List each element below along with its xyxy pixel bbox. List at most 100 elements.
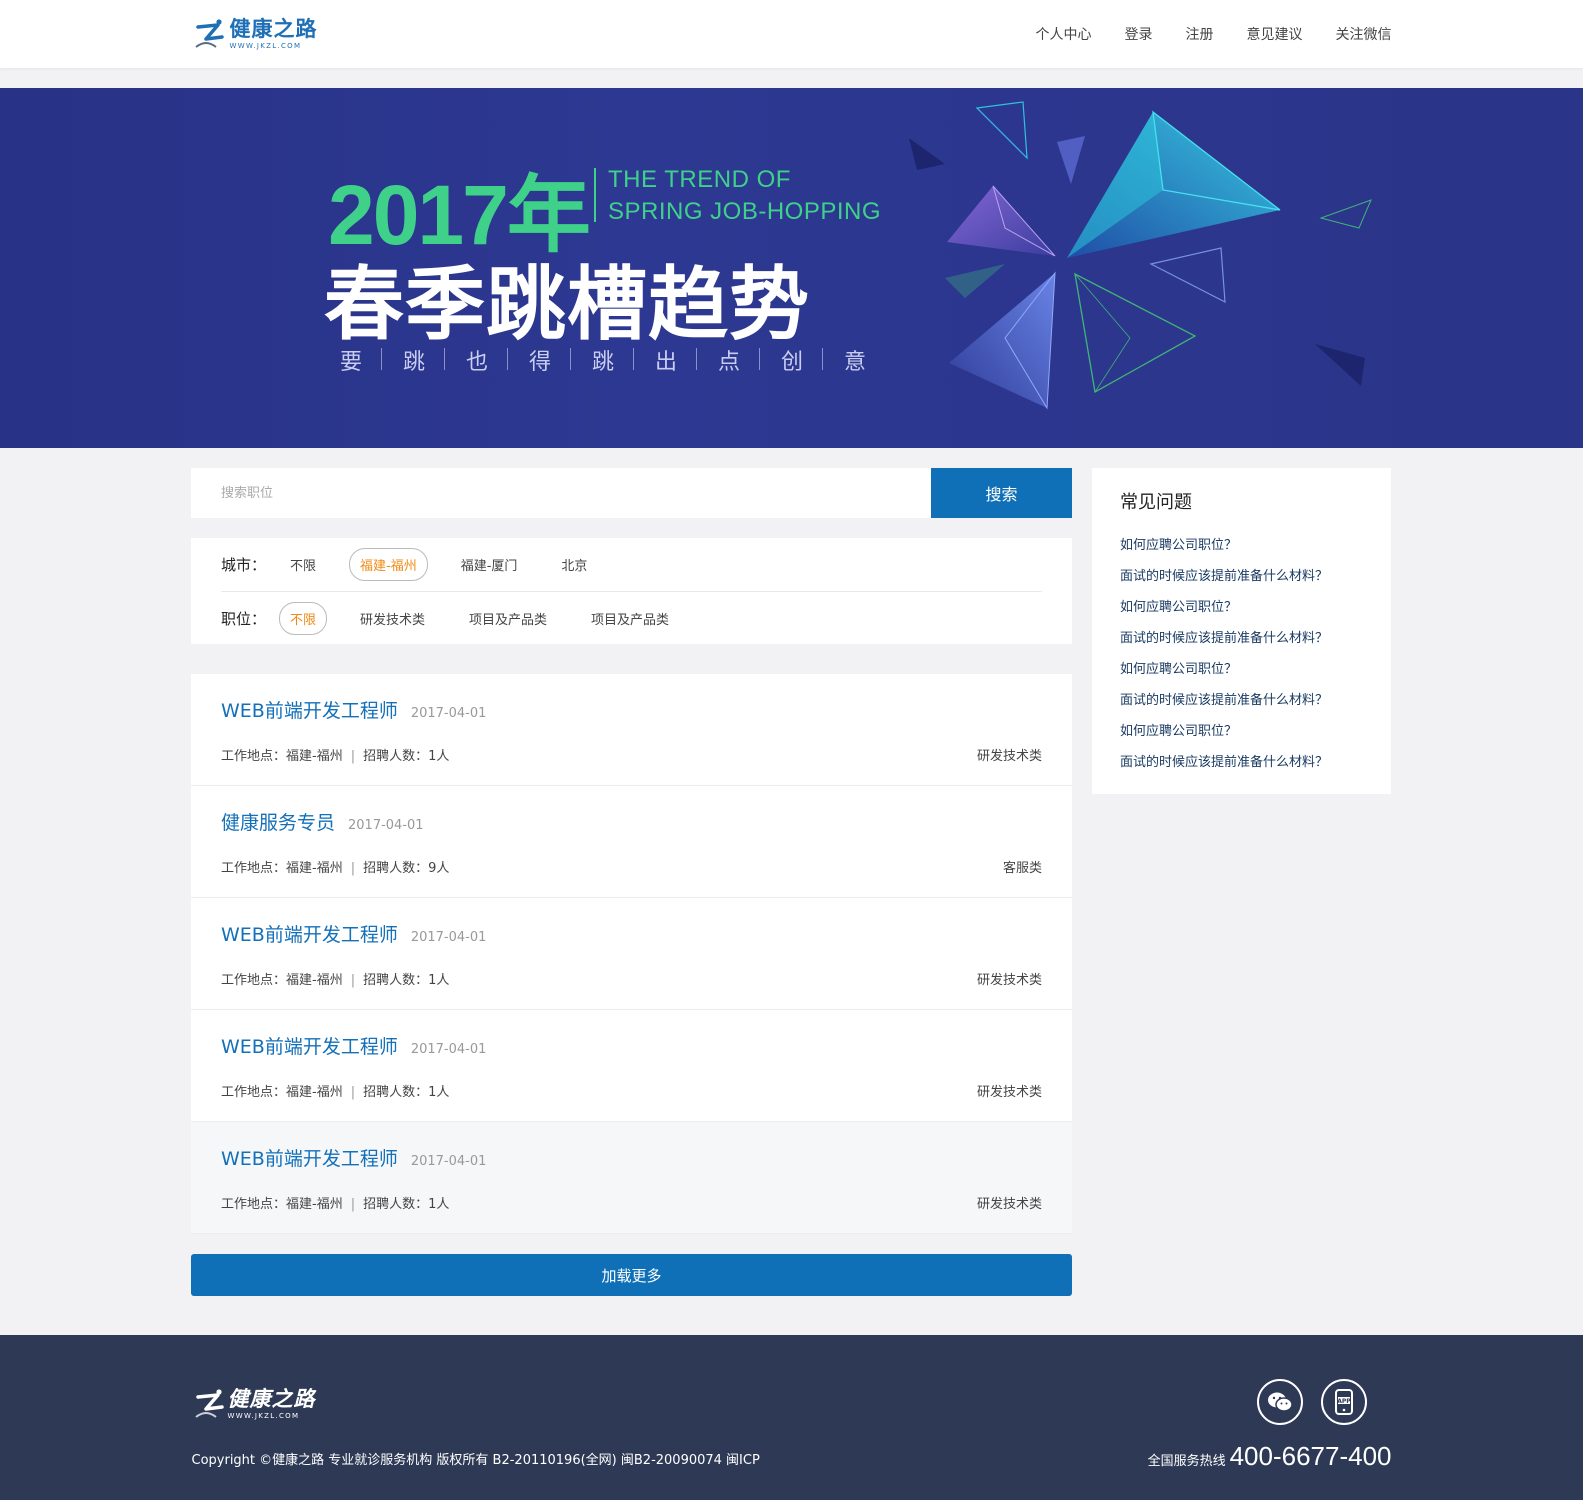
- banner-trend-line2: SPRING JOB-HOPPING: [608, 198, 882, 225]
- banner-title: 春季跳槽趋势: [324, 258, 810, 351]
- hero-banner[interactable]: 2017年 THE TREND OF SPRING JOB-HOPPING 春季…: [0, 88, 1583, 448]
- copyright-text: Copyright ©健康之路 专业就诊服务机构 版权所有 B2-2011019…: [191, 1453, 760, 1468]
- job-category: 研发技术类: [976, 973, 1042, 988]
- job-date: 2017-04-01: [348, 818, 424, 833]
- position-option[interactable]: 项目及产品类: [580, 602, 680, 635]
- city-option[interactable]: 北京: [550, 548, 598, 581]
- banner-divider: [594, 168, 596, 222]
- job-item[interactable]: WEB前端开发工程师 2017-04-01 工作地点：福建-福州 | 招聘人数：1人…: [191, 898, 1072, 1010]
- runner-logo-icon: [194, 19, 224, 48]
- job-item[interactable]: WEB前端开发工程师 2017-04-01 工作地点：福建-福州 | 招聘人数：1人…: [191, 1010, 1072, 1122]
- position-option[interactable]: 项目及产品类: [458, 602, 558, 635]
- job-location: 工作地点：福建-福州: [221, 861, 343, 876]
- runner-logo-icon: [194, 1389, 224, 1418]
- job-category: 研发技术类: [976, 1085, 1042, 1100]
- logo-url: WWW.JKZL.COM: [229, 41, 302, 50]
- footer-logo-url: WWW.JKZL.COM: [227, 1411, 300, 1420]
- faq-link[interactable]: 如何应聘公司职位？: [1120, 716, 1363, 747]
- logo-name: 健康之路: [229, 16, 318, 41]
- job-item[interactable]: 健康服务专员 2017-04-01 工作地点：福建-福州 | 招聘人数：9人 客服类: [191, 786, 1072, 898]
- meta-divider: |: [350, 1197, 356, 1212]
- job-item-hovered[interactable]: WEB前端开发工程师 2017-04-01 工作地点：福建-福州 | 招聘人数：1人…: [191, 1122, 1072, 1234]
- faq-link[interactable]: 面试的时候应该提前准备什么材料？: [1120, 561, 1363, 592]
- job-title[interactable]: WEB前端开发工程师: [221, 1032, 398, 1059]
- job-category: 研发技术类: [976, 749, 1042, 764]
- job-date: 2017-04-01: [410, 1042, 487, 1057]
- job-title[interactable]: WEB前端开发工程师: [221, 1144, 398, 1171]
- wechat-glyph: [1267, 1392, 1293, 1412]
- banner-subtitle-char: 出: [633, 344, 718, 376]
- footer-social-icons: APP: [1256, 1379, 1367, 1425]
- service-hotline: 全国服务热线 400-6677-400: [1148, 1441, 1392, 1472]
- search-input[interactable]: [191, 468, 931, 518]
- job-location: 工作地点：福建-福州: [221, 1085, 343, 1100]
- position-option-active[interactable]: 不限: [279, 601, 328, 635]
- banner-subtitle-char: 跳: [381, 344, 466, 376]
- banner-subtitle-char: 跳: [570, 344, 655, 376]
- nav-personal-center[interactable]: 个人中心: [1036, 24, 1092, 44]
- position-filter-label: 职位：: [221, 609, 267, 628]
- nav-follow-wechat[interactable]: 关注微信: [1336, 24, 1392, 44]
- job-title[interactable]: WEB前端开发工程师: [221, 920, 398, 947]
- filter-panel: 城市： 不限 福建-福州 福建-厦门 北京 职位： 不限 研发技术类 项目及产品…: [191, 538, 1072, 644]
- position-option[interactable]: 研发技术类: [349, 602, 436, 635]
- meta-divider: |: [350, 749, 356, 764]
- search-bar: 搜索: [191, 468, 1072, 518]
- site-footer: 健康之路 WWW.JKZL.COM Copyright ©健康之路 专业就诊服务…: [0, 1335, 1583, 1500]
- city-filter-row: 城市： 不限 福建-福州 福建-厦门 北京: [221, 538, 1042, 591]
- app-icon[interactable]: APP: [1320, 1379, 1367, 1425]
- nav-register[interactable]: 注册: [1186, 24, 1214, 44]
- footer-logo-name: 健康之路: [227, 1386, 316, 1411]
- city-option[interactable]: 福建-厦门: [450, 548, 529, 581]
- job-headcount: 招聘人数：1人: [363, 1085, 450, 1100]
- banner-subtitle-char: 创: [759, 344, 844, 376]
- job-location: 工作地点：福建-福州: [221, 973, 343, 988]
- job-headcount: 招聘人数：1人: [363, 1197, 450, 1212]
- app-phone-glyph: APP: [1334, 1389, 1353, 1415]
- job-headcount: 招聘人数：1人: [363, 749, 450, 764]
- city-filter-label: 城市：: [221, 556, 267, 574]
- city-option[interactable]: 不限: [279, 548, 327, 581]
- job-list: WEB前端开发工程师 2017-04-01 工作地点：福建-福州 | 招聘人数：1人…: [191, 674, 1072, 1234]
- job-date: 2017-04-01: [410, 1154, 487, 1169]
- banner-subtitle-char: 要: [340, 350, 363, 375]
- top-header: 健康之路 WWW.JKZL.COM 个人中心 登录 注册 意见建议 关注微信: [0, 0, 1583, 68]
- job-location: 工作地点：福建-福州: [221, 1197, 343, 1212]
- banner-subtitle-char: 得: [507, 344, 592, 376]
- job-column: 搜索 城市： 不限 福建-福州 福建-厦门 北京 职位： 不限 研发技术类 项目…: [191, 468, 1072, 1296]
- banner-trend-line1: THE TREND OF: [608, 166, 791, 193]
- faq-panel: 常见问题 如何应聘公司职位？ 面试的时候应该提前准备什么材料？ 如何应聘公司职位…: [1092, 468, 1391, 794]
- search-button[interactable]: 搜索: [931, 468, 1072, 518]
- banner-subtitle-char: 意: [822, 344, 907, 376]
- faq-link[interactable]: 面试的时候应该提前准备什么材料？: [1120, 623, 1363, 654]
- job-category: 客服类: [1002, 861, 1042, 876]
- faq-link[interactable]: 如何应聘公司职位？: [1120, 592, 1363, 623]
- load-more-button[interactable]: 加载更多: [191, 1254, 1072, 1296]
- faq-link[interactable]: 如何应聘公司职位？: [1120, 530, 1363, 561]
- site-logo[interactable]: 健康之路 WWW.JKZL.COM: [192, 17, 318, 51]
- svg-text:APP: APP: [1337, 1398, 1351, 1405]
- job-date: 2017-04-01: [410, 930, 487, 945]
- footer-logo: 健康之路 WWW.JKZL.COM: [192, 1387, 316, 1421]
- hotline-label: 全国服务热线: [1147, 1454, 1226, 1469]
- top-nav: 个人中心 登录 注册 意见建议 关注微信: [1036, 24, 1392, 44]
- nav-login[interactable]: 登录: [1125, 24, 1153, 44]
- banner-subtitle-char: 点: [696, 344, 781, 376]
- banner-prism-art: [909, 101, 1372, 410]
- nav-feedback[interactable]: 意见建议: [1247, 24, 1303, 44]
- hotline-number[interactable]: 400-6677-400: [1230, 1441, 1392, 1472]
- city-option-active[interactable]: 福建-福州: [349, 548, 428, 581]
- meta-divider: |: [350, 973, 356, 988]
- banner-subtitle: 要 跳 也 得 跳 出 点 创 意: [340, 344, 907, 376]
- faq-link[interactable]: 如何应聘公司职位？: [1120, 654, 1363, 685]
- meta-divider: |: [350, 1085, 356, 1100]
- wechat-icon[interactable]: [1256, 1379, 1303, 1425]
- job-headcount: 招聘人数：9人: [363, 861, 450, 876]
- job-title[interactable]: WEB前端开发工程师: [221, 696, 398, 723]
- job-title[interactable]: 健康服务专员: [221, 808, 335, 835]
- job-item[interactable]: WEB前端开发工程师 2017-04-01 工作地点：福建-福州 | 招聘人数：1人…: [191, 674, 1072, 786]
- job-date: 2017-04-01: [410, 706, 487, 721]
- faq-link[interactable]: 面试的时候应该提前准备什么材料？: [1120, 747, 1363, 778]
- faq-link[interactable]: 面试的时候应该提前准备什么材料？: [1120, 685, 1363, 716]
- job-category: 研发技术类: [976, 1197, 1042, 1212]
